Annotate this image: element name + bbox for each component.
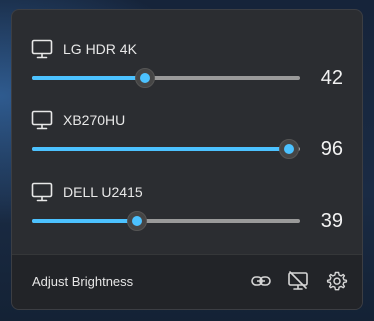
adjust-brightness-label: Adjust Brightness — [32, 274, 134, 289]
settings-button[interactable] — [324, 268, 350, 294]
monitor-icon — [31, 182, 53, 202]
gear-icon — [326, 271, 348, 291]
brightness-slider[interactable] — [32, 211, 300, 231]
screen-off-icon — [288, 271, 308, 290]
monitor-name: XB270HU — [63, 112, 126, 128]
slider-fill — [32, 76, 145, 80]
turn-off-monitors-button[interactable] — [285, 268, 311, 294]
brightness-value: 42 — [320, 67, 343, 89]
monitor-row-dell-u2415: DELL U2415 39 — [12, 163, 362, 232]
monitor-row-xb270hu: XB270HU 96 — [12, 91, 362, 160]
slider-thumb[interactable] — [126, 211, 147, 231]
monitor-icon — [31, 110, 53, 130]
link-monitors-button[interactable] — [248, 268, 274, 294]
monitor-icon — [31, 39, 53, 59]
slider-fill — [32, 219, 137, 223]
brightness-slider[interactable] — [32, 139, 300, 159]
monitor-name: DELL U2415 — [63, 184, 143, 200]
monitor-name: LG HDR 4K — [63, 41, 137, 57]
link-icon — [251, 276, 271, 286]
brightness-value: 96 — [320, 138, 343, 160]
flyout-footer: Adjust Brightness — [12, 254, 362, 309]
brightness-slider[interactable] — [32, 68, 300, 88]
slider-fill — [32, 147, 290, 151]
slider-thumb[interactable] — [134, 68, 155, 88]
slider-thumb[interactable] — [279, 139, 300, 159]
brightness-flyout: LG HDR 4K 42 XB270HU 96 DELL U2415 39 Ad… — [11, 9, 363, 310]
brightness-value: 39 — [320, 210, 343, 232]
monitor-row-lg-hdr-4k: LG HDR 4K 42 — [12, 20, 362, 89]
